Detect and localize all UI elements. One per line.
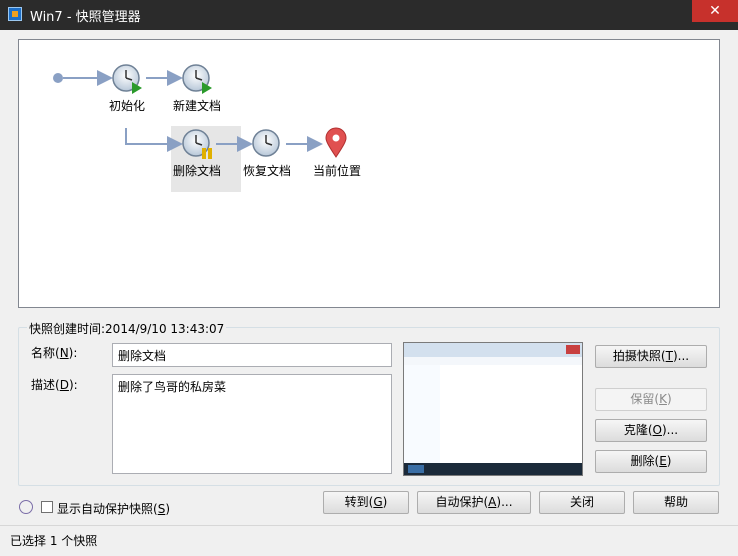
snapshot-thumbnail xyxy=(403,342,583,476)
description-field[interactable]: 删除了鸟哥的私房菜 xyxy=(112,374,392,474)
snapshot-tree[interactable]: 初始化 新建文档 删除文档 恢复文档 当前位置 xyxy=(18,39,720,308)
autoprotect-checkbox[interactable] xyxy=(41,501,53,513)
title-bar: Win7 - 快照管理器 ✕ xyxy=(0,0,738,30)
name-field[interactable]: 删除文档 xyxy=(112,343,392,367)
close-icon[interactable]: ✕ xyxy=(692,0,738,22)
creation-time-legend: 快照创建时间:2014/9/10 13:43:07 xyxy=(27,320,227,337)
snapshot-tree-graph xyxy=(53,64,347,159)
take-snapshot-button[interactable]: 拍摄快照(T)... xyxy=(595,345,707,368)
delete-button[interactable]: 删除(E) xyxy=(595,450,707,473)
clock-icon xyxy=(182,129,212,159)
status-text: 已选择 1 个快照 xyxy=(10,534,98,548)
vmware-icon xyxy=(8,7,22,21)
help-button[interactable]: 帮助 xyxy=(633,491,719,514)
status-bar: 已选择 1 个快照 xyxy=(0,525,738,556)
clock-icon xyxy=(182,64,212,94)
snapshot-details-group: 快照创建时间:2014/9/10 13:43:07 名称(N): 删除文档 描述… xyxy=(18,320,720,486)
clock-icon xyxy=(252,129,280,157)
autoprotect-checkbox-label[interactable]: 显示自动保护快照(S) xyxy=(57,500,170,517)
description-label: 描述(D): xyxy=(31,378,78,392)
name-label: 名称(N): xyxy=(31,346,78,360)
window-title: Win7 - 快照管理器 xyxy=(30,10,141,25)
connector xyxy=(125,128,183,152)
clone-button[interactable]: 克隆(O)... xyxy=(595,419,707,442)
snapshot-label[interactable]: 新建文档 xyxy=(173,97,221,114)
close-button[interactable]: 关闭 xyxy=(539,491,625,514)
autoprotect-button[interactable]: 自动保护(A)... xyxy=(417,491,531,514)
goto-button[interactable]: 转到(G) xyxy=(323,491,409,514)
keep-button[interactable]: 保留(K) xyxy=(595,388,707,411)
clock-icon xyxy=(112,64,142,94)
snapshot-label[interactable]: 删除文档 xyxy=(173,162,221,179)
thumbnail-image xyxy=(404,343,582,475)
current-position-label[interactable]: 当前位置 xyxy=(313,162,361,179)
location-pin-icon xyxy=(325,127,347,158)
root-node xyxy=(53,73,63,83)
help-circle-icon[interactable] xyxy=(19,500,33,514)
snapshot-label[interactable]: 初始化 xyxy=(109,97,145,114)
snapshot-label[interactable]: 恢复文档 xyxy=(243,162,291,179)
dialog-body: 初始化 新建文档 删除文档 恢复文档 当前位置 快照创建时间:2014/9/10… xyxy=(8,30,730,547)
